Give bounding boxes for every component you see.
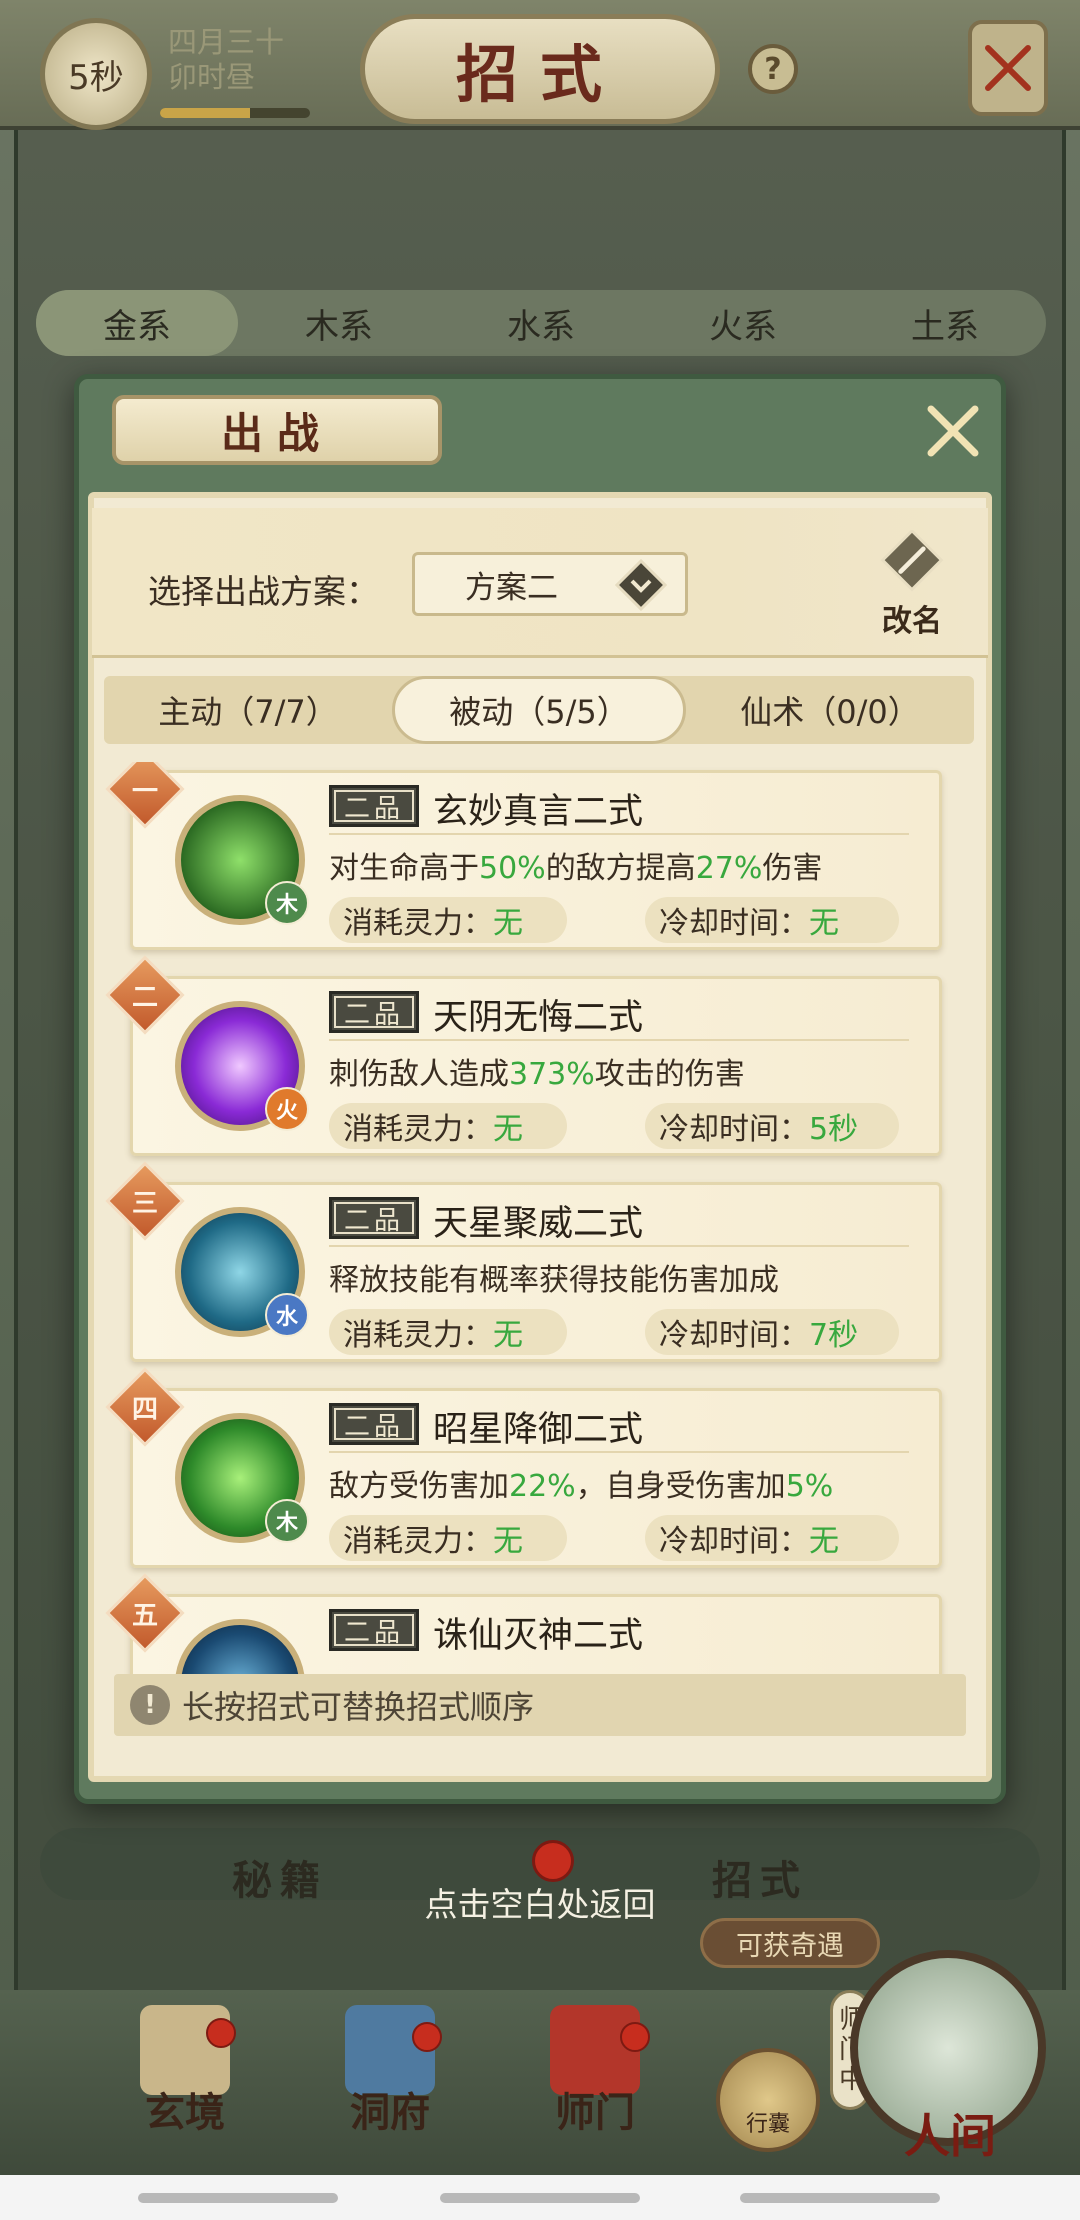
- grade-tag: 二品: [329, 1197, 419, 1239]
- skill-description: 敌方受伤害加22%，自身受伤害加5%: [329, 1469, 834, 1504]
- rank-number: 二: [131, 982, 158, 1013]
- notification-dot: [412, 2022, 442, 2052]
- divider: [329, 1451, 909, 1453]
- encounter-tag: 可获奇遇: [700, 1918, 880, 1968]
- element-badge: 火: [265, 1087, 309, 1131]
- close-icon: [985, 45, 1031, 91]
- nav-handle[interactable]: [740, 2193, 940, 2203]
- notification-dot: [532, 1840, 574, 1882]
- mana-cost: 消耗灵力：无: [329, 1103, 567, 1149]
- modal-title: 出战: [112, 395, 442, 465]
- notification-dot: [620, 2022, 650, 2052]
- scheme-label: 选择出战方案：: [148, 572, 379, 611]
- close-button[interactable]: [968, 20, 1048, 116]
- tab-earth[interactable]: 土系: [844, 290, 1046, 356]
- divider: [329, 833, 909, 835]
- nav-handle[interactable]: [440, 2193, 640, 2203]
- grade-tag: 二品: [329, 991, 419, 1033]
- grade-tag: 二品: [329, 1403, 419, 1445]
- rename-label: 改名: [882, 604, 942, 639]
- cooldown: 冷却时间：无: [645, 897, 899, 943]
- skill-type-tabs: 主动（7/7） 被动（5/5） 仙术（0/0）: [104, 676, 974, 744]
- mana-cost: 消耗灵力：无: [329, 1515, 567, 1561]
- tab-wood[interactable]: 木系: [238, 290, 440, 356]
- skill-description: 刺伤敌人造成373%攻击的伤害: [329, 1057, 745, 1092]
- nav-handle[interactable]: [138, 2193, 338, 2203]
- skill-card[interactable]: 三 水 二品 天星聚威二式 释放技能有概率获得技能伤害加成 消耗灵力：无 冷却时…: [105, 1161, 942, 1362]
- tab-immortal-arts[interactable]: 仙术（0/0）: [686, 676, 974, 744]
- rank-number: 四: [131, 1394, 158, 1425]
- skill-card[interactable]: 二 火 二品 天阴无悔二式 刺伤敌人造成373%攻击的伤害 消耗灵力：无 冷却时…: [105, 955, 942, 1156]
- skill-card[interactable]: 五 二品 诛仙灭神二式: [105, 1573, 942, 1674]
- rename-button[interactable]: 改名: [862, 530, 962, 640]
- skill-name: 诛仙灭神二式: [433, 1616, 644, 1656]
- element-badge: 木: [265, 881, 309, 925]
- tab-fire[interactable]: 火系: [642, 290, 844, 356]
- scheme-value: 方案二: [465, 569, 558, 606]
- help-button[interactable]: ?: [748, 44, 798, 94]
- system-nav-bar: [0, 2175, 1080, 2220]
- element-badge: 水: [265, 1293, 309, 1337]
- reorder-tip: ! 长按招式可替换招式顺序: [114, 1674, 966, 1736]
- tab-passive-skills[interactable]: 被动（5/5）: [392, 676, 686, 744]
- rank-number: 三: [131, 1188, 158, 1219]
- info-icon: !: [130, 1685, 170, 1725]
- notification-dot: [206, 2018, 236, 2048]
- blue-blade-icon: [175, 1619, 305, 1674]
- cooldown: 冷却时间： 5秒: [645, 1103, 899, 1149]
- dropdown-arrow-icon[interactable]: [612, 556, 670, 614]
- tab-metal[interactable]: 金系: [36, 290, 238, 356]
- nav-mystic-realm[interactable]: 玄境: [110, 2080, 260, 2138]
- nav-world[interactable]: 人间: [860, 2100, 1040, 2166]
- bag-button[interactable]: 行囊: [716, 2048, 820, 2152]
- tip-text: 长按招式可替换招式顺序: [182, 1688, 535, 1726]
- nav-sect[interactable]: 师门: [520, 2080, 670, 2138]
- time-progress-bar: [160, 108, 310, 118]
- time-progress-fill: [160, 108, 250, 118]
- cooldown: 冷却时间：无: [645, 1515, 899, 1561]
- close-icon: [927, 405, 979, 457]
- time-label: 卯时昼: [168, 60, 256, 94]
- element-tabs: 金系 木系 水系 火系 土系: [36, 290, 1046, 356]
- skill-description: 对生命高于50%的敌方提高27%伤害: [329, 851, 823, 886]
- date-label: 四月三十: [168, 25, 285, 59]
- skill-card[interactable]: 一 木 二品 玄妙真言二式 对生命高于50%的敌方提高27%伤害 消耗灵力：无 …: [105, 762, 942, 950]
- skill-name: 天星聚威二式: [433, 1204, 644, 1244]
- cooldown: 冷却时间： 7秒: [645, 1309, 899, 1355]
- nav-cave-dwelling[interactable]: 洞府: [315, 2080, 465, 2138]
- skill-list: 一 木 二品 玄妙真言二式 对生命高于50%的敌方提高27%伤害 消耗灵力：无 …: [104, 762, 974, 1674]
- mana-cost: 消耗灵力：无: [329, 1309, 567, 1355]
- grade-tag: 二品: [329, 1609, 419, 1651]
- skill-name: 玄妙真言二式: [433, 792, 644, 832]
- rank-number: 一: [131, 776, 158, 807]
- skill-name: 昭星降御二式: [433, 1410, 644, 1450]
- element-badge: 木: [265, 1499, 309, 1543]
- grade-tag: 二品: [329, 785, 419, 827]
- tab-water[interactable]: 水系: [440, 290, 642, 356]
- page-title: 招式: [360, 14, 720, 124]
- skill-name: 天阴无悔二式: [433, 998, 644, 1038]
- brush-icon: [880, 530, 944, 592]
- modal-close-button[interactable]: [920, 398, 986, 464]
- tap-to-return-hint: 点击空白处返回: [424, 1885, 656, 1924]
- skill-card[interactable]: 四 木 二品 昭星降御二式 敌方受伤害加22%，自身受伤害加5% 消耗灵力：无 …: [105, 1367, 942, 1568]
- divider: [329, 1245, 909, 1247]
- rank-number: 五: [131, 1600, 158, 1631]
- tab-active-skills[interactable]: 主动（7/7）: [104, 676, 392, 744]
- timer-badge: 5秒: [40, 18, 152, 130]
- divider: [329, 1039, 909, 1041]
- mana-cost: 消耗灵力：无: [329, 897, 567, 943]
- skill-description: 释放技能有概率获得技能伤害加成: [329, 1263, 779, 1298]
